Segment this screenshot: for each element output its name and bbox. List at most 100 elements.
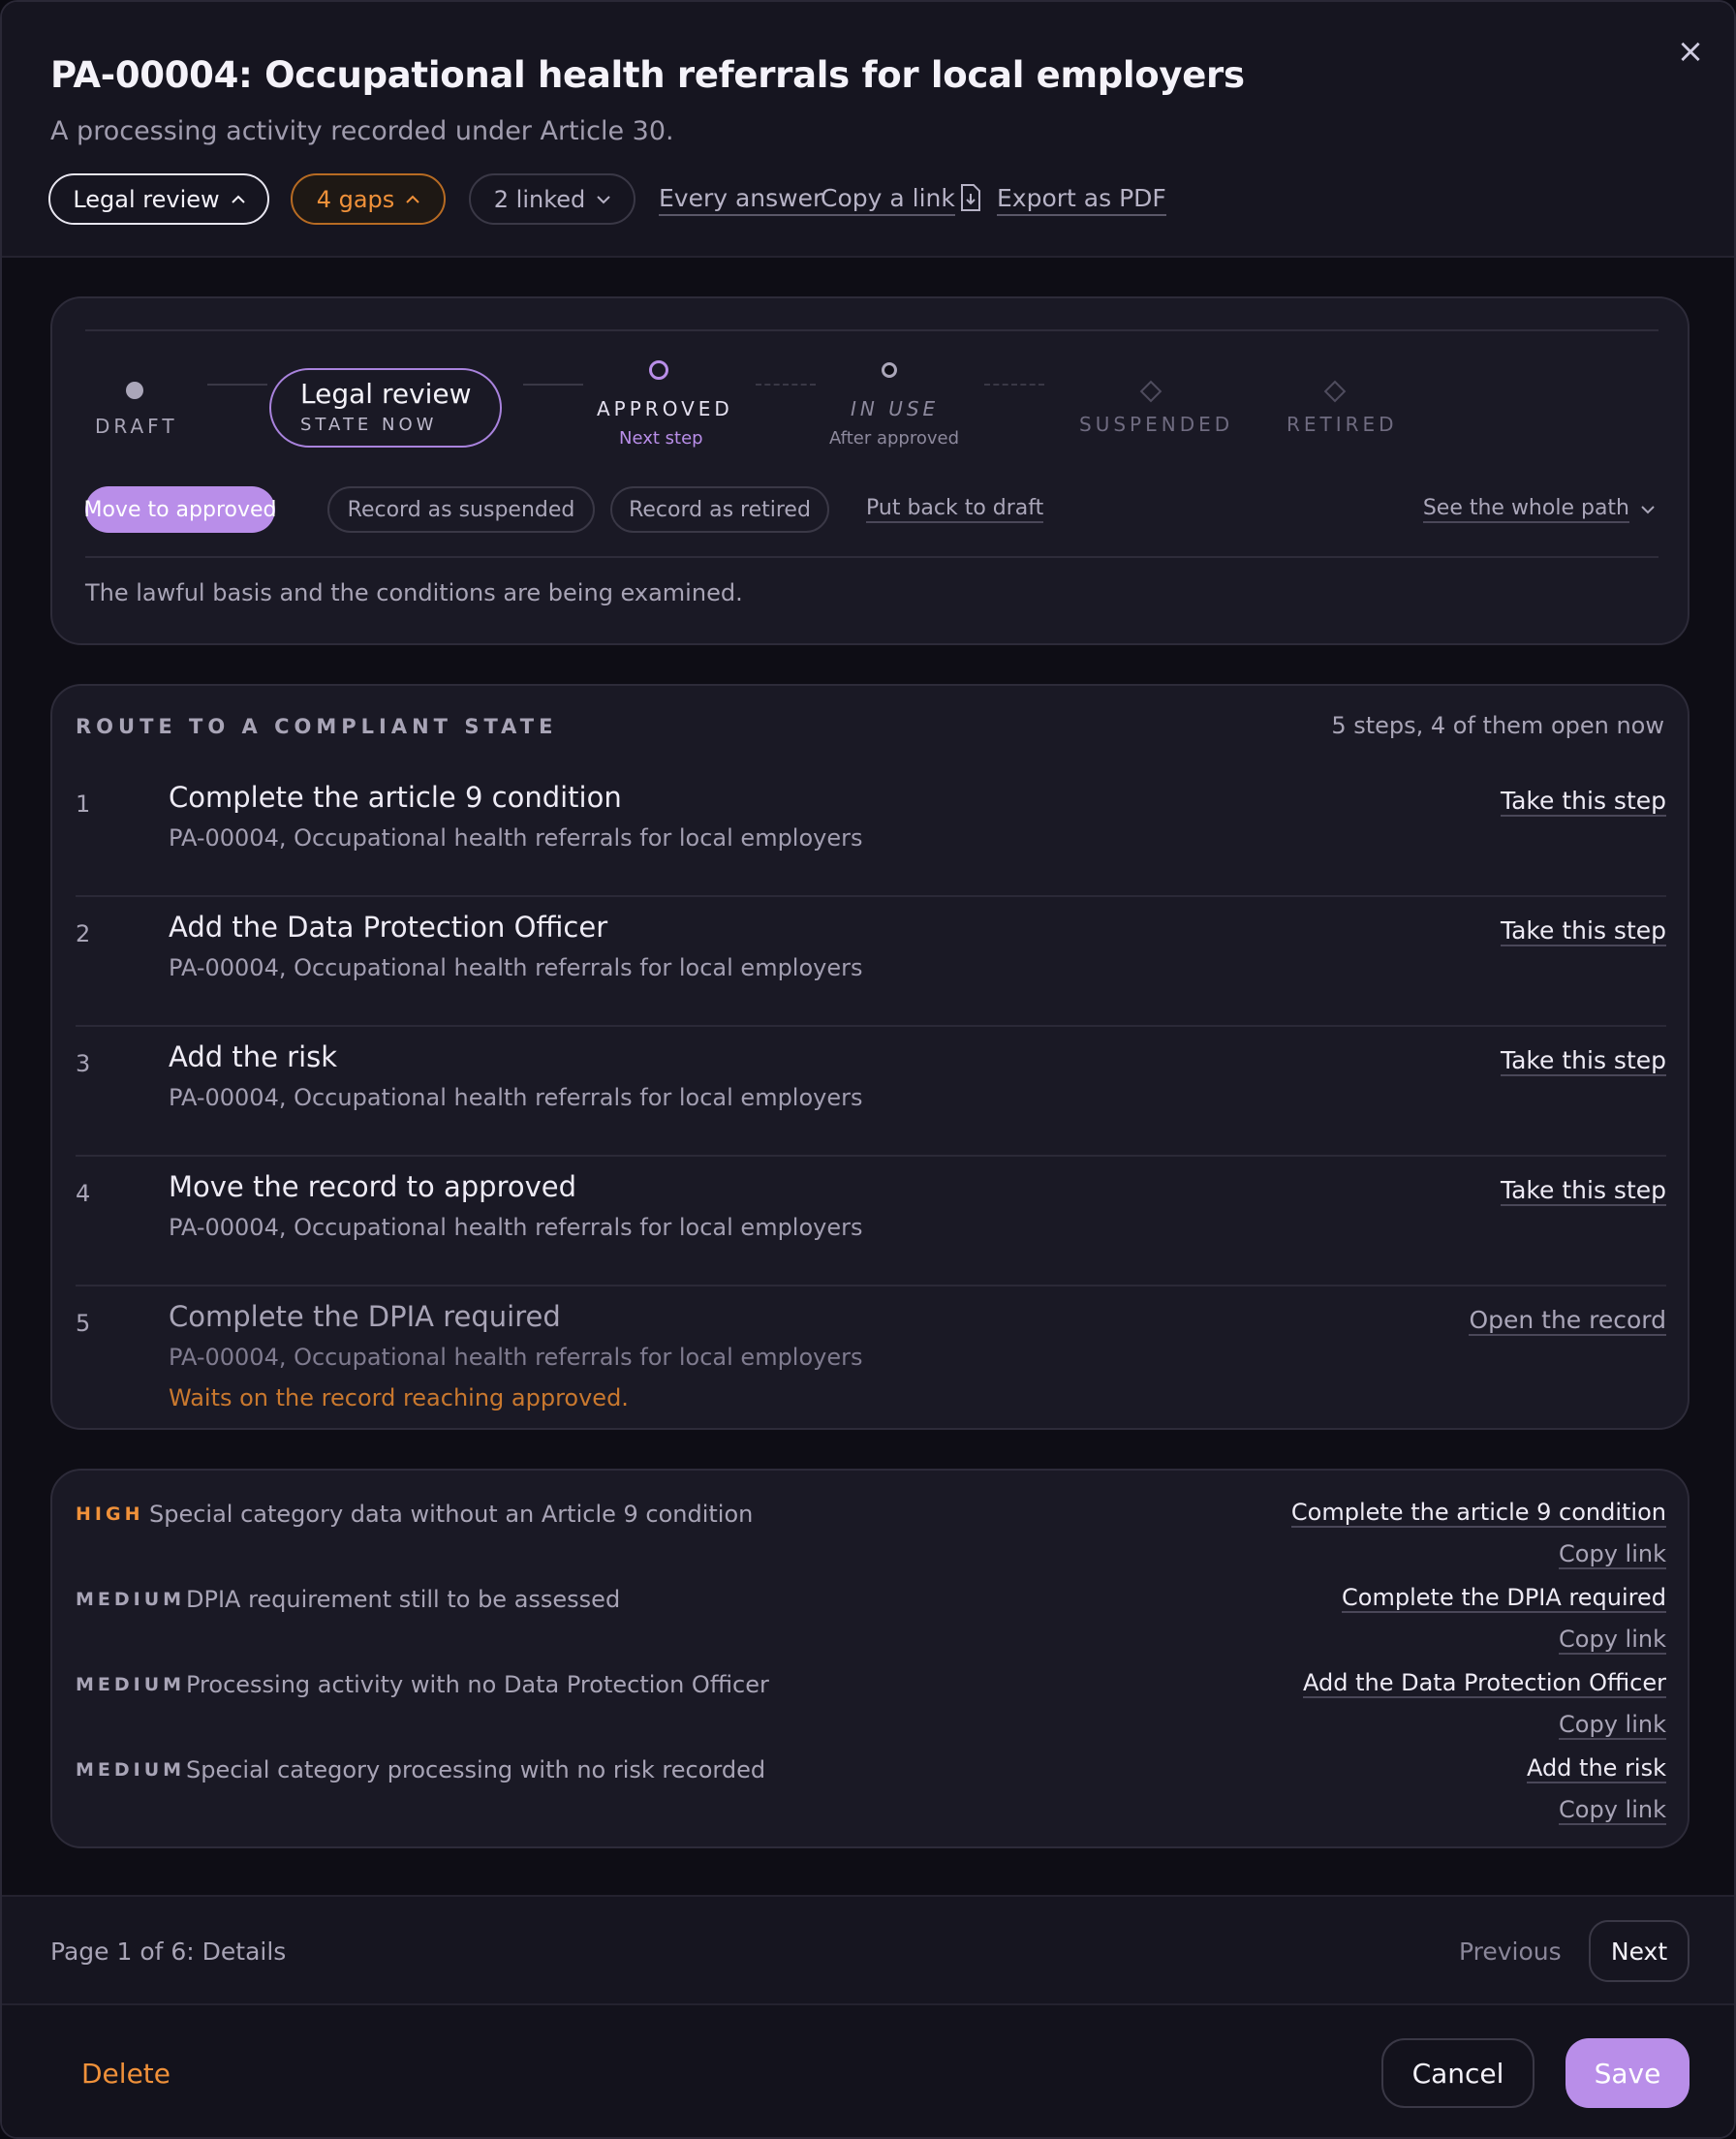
connector [984,384,1044,386]
gap-description: DPIA requirement still to be assessed [186,1586,621,1613]
gap-description: Special category processing with no risk… [186,1756,766,1783]
record-suspended-button[interactable]: Record as suspended [327,486,595,533]
take-step-link[interactable]: Take this step [1500,1046,1666,1076]
processing-activity-dialog: PA-00004: Occupational health referrals … [0,0,1736,2139]
severity-badge: HIGH [76,1504,144,1525]
page-subtitle: A processing activity recorded under Art… [50,116,674,146]
route-title: ROUTE TO A COMPLIANT STATE [76,715,558,738]
step-subtitle: PA-00004, Occupational health referrals … [169,824,863,852]
step-title: Move the record to approved [169,1170,577,1203]
connector [523,384,583,386]
step-title: Complete the DPIA required [169,1300,561,1333]
severity-badge: MEDIUM [76,1589,186,1610]
step-suspended: SUSPENDED [1079,413,1234,436]
chevron-down-icon [1641,506,1655,514]
step-draft: DRAFT [95,415,178,438]
gap-row: MEDIUM Special category processing with … [76,1746,1666,1831]
copy-link[interactable]: Copy link [1559,1540,1666,1569]
gap-action-link[interactable]: Add the risk [1526,1754,1666,1783]
take-step-link[interactable]: Take this step [1500,787,1666,817]
linked-dropdown[interactable]: 2 linked [469,173,636,225]
gap-action-link[interactable]: Complete the article 9 condition [1290,1499,1666,1528]
gap-description: Special category data without an Article… [149,1501,754,1528]
save-button[interactable]: Save [1566,2038,1690,2108]
linked-dropdown-label: 2 linked [493,185,586,213]
pager: Page 1 of 6: Details Previous Next [2,1895,1734,2005]
step-subtitle: PA-00004, Occupational health referrals … [169,1214,863,1241]
divider [85,556,1658,558]
step-title: Complete the article 9 condition [169,781,622,814]
gaps-card: HIGH Special category data without an Ar… [50,1469,1690,1848]
take-step-link[interactable]: Take this step [1500,1176,1666,1206]
lifecycle-card: DRAFT Legal review STATE NOW APPROVED Ne… [50,296,1690,645]
cancel-button[interactable]: Cancel [1381,2038,1534,2108]
gap-description: Processing activity with no Data Protect… [186,1671,769,1698]
chevron-down-icon [597,195,610,203]
open-record-link[interactable]: Open the record [1469,1306,1666,1336]
take-step-link[interactable]: Take this step [1500,916,1666,946]
draft-dot [126,382,143,399]
step-number: 2 [76,920,91,947]
copy-link[interactable]: Copy link [1559,1711,1666,1740]
copy-link[interactable]: Copy link [1559,1796,1666,1825]
next-button[interactable]: Next [1589,1920,1690,1982]
gaps-dropdown[interactable]: 4 gaps [291,173,446,225]
put-back-to-draft-link[interactable]: Put back to draft [866,496,1044,523]
retired-diamond [1323,380,1347,403]
route-step-row: 2 Add the Data Protection Officer PA-000… [76,897,1666,1027]
approved-dot [649,360,668,380]
previous-button[interactable]: Previous [1459,1938,1562,1966]
state-note: The lawful basis and the conditions are … [85,579,743,606]
copy-link[interactable]: Copy link [1559,1626,1666,1655]
copy-a-link-link[interactable]: Copy a link [821,184,955,216]
route-step-row: 4 Move the record to approved PA-00004, … [76,1157,1666,1286]
step-current-label: Legal review [300,378,472,410]
step-subtitle: PA-00004, Occupational health referrals … [169,954,863,981]
connector [756,384,816,386]
gap-row: MEDIUM DPIA requirement still to be asse… [76,1575,1666,1660]
step-warning: Waits on the record reaching approved. [169,1384,629,1411]
gaps-dropdown-label: 4 gaps [316,185,395,213]
severity-badge: MEDIUM [76,1759,186,1781]
step-number: 1 [76,790,91,818]
export-pdf-link[interactable]: Export as PDF [997,184,1166,216]
move-to-approved-button[interactable]: Move to approved [83,486,277,533]
step-in-use-sub: After approved [829,428,959,449]
step-title: Add the Data Protection Officer [169,911,608,944]
every-answer-link[interactable]: Every answer [659,184,823,216]
step-approved: APPROVED [597,397,733,420]
step-number: 4 [76,1180,91,1207]
route-card: ROUTE TO A COMPLIANT STATE 5 steps, 4 of… [50,684,1690,1430]
connector [207,384,267,386]
divider [85,329,1658,331]
page-indicator: Page 1 of 6: Details [50,1938,287,1966]
step-retired: RETIRED [1286,413,1398,436]
step-number: 5 [76,1310,91,1337]
gap-action-link[interactable]: Complete the DPIA required [1342,1584,1666,1613]
route-meta: 5 steps, 4 of them open now [1331,712,1664,739]
step-number: 3 [76,1050,91,1077]
step-subtitle: PA-00004, Occupational health referrals … [169,1084,863,1111]
step-title: Add the risk [169,1040,338,1073]
suspended-diamond [1139,380,1162,403]
gap-row: MEDIUM Processing activity with no Data … [76,1660,1666,1746]
severity-badge: MEDIUM [76,1674,186,1695]
delete-button[interactable]: Delete [81,2058,170,2090]
step-current-sub: STATE NOW [300,415,438,435]
step-subtitle: PA-00004, Occupational health referrals … [169,1344,863,1371]
dialog-header: PA-00004: Occupational health referrals … [2,2,1734,258]
route-step-row: 1 Complete the article 9 condition PA-00… [76,767,1666,897]
chevron-up-icon [231,195,245,203]
route-step-row: 3 Add the risk PA-00004, Occupational he… [76,1027,1666,1157]
record-retired-button[interactable]: Record as retired [610,486,829,533]
see-whole-path-toggle[interactable]: See the whole path [1422,496,1655,523]
file-download-icon [961,184,980,211]
gap-row: HIGH Special category data without an Ar… [76,1490,1666,1575]
state-dropdown-label: Legal review [73,185,220,213]
state-dropdown[interactable]: Legal review [48,173,269,225]
see-whole-path-label: See the whole path [1422,496,1629,523]
gap-action-link[interactable]: Add the Data Protection Officer [1302,1669,1666,1698]
close-icon[interactable]: × [1674,35,1707,68]
chevron-up-icon [406,195,419,203]
dialog-footer: Delete Cancel Save [2,2005,1734,2137]
